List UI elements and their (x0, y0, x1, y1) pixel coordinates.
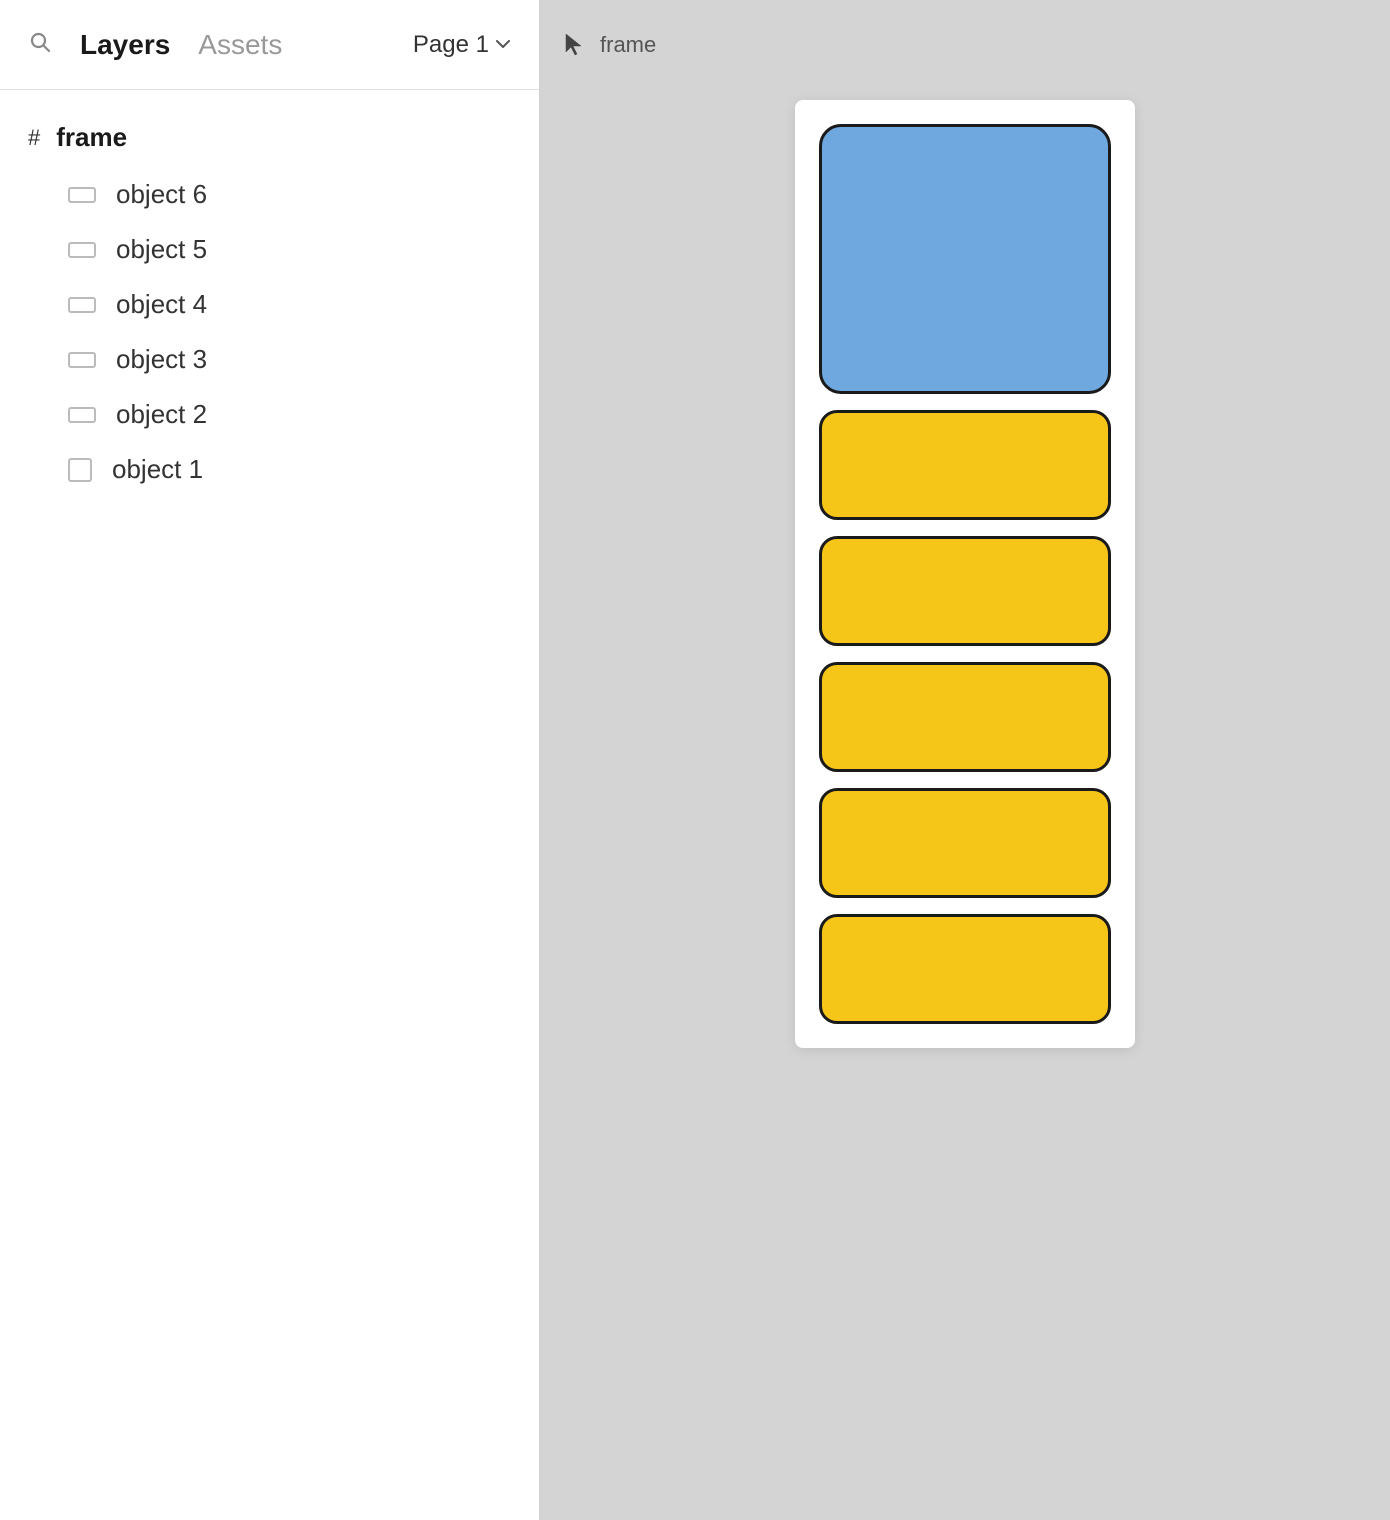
tab-layers[interactable]: Layers (80, 29, 170, 61)
canvas-object-yellow[interactable] (819, 914, 1111, 1024)
layer-label: object 3 (116, 344, 207, 375)
rect-wide-icon (68, 407, 96, 423)
frame-name: frame (56, 122, 127, 153)
list-item[interactable]: object 2 (0, 387, 539, 442)
layer-item-frame[interactable]: # frame (0, 108, 539, 167)
rect-square-icon (68, 458, 92, 482)
chevron-down-icon (495, 36, 511, 54)
rect-wide-icon (68, 187, 96, 203)
canvas-area (540, 90, 1390, 1520)
canvas-header: frame (540, 0, 1390, 90)
canvas-object-blue[interactable] (819, 124, 1111, 394)
rect-wide-icon (68, 352, 96, 368)
canvas-object-yellow[interactable] (819, 410, 1111, 520)
top-bar: Layers Assets Page 1 (0, 0, 539, 90)
layer-label: object 6 (116, 179, 207, 210)
rect-wide-icon (68, 297, 96, 313)
right-panel: frame (540, 0, 1390, 1520)
left-panel: Layers Assets Page 1 # frame object 6 ob… (0, 0, 540, 1520)
list-item[interactable]: object 1 (0, 442, 539, 497)
layer-label: object 1 (112, 454, 203, 485)
list-item[interactable]: object 4 (0, 277, 539, 332)
frame-icon: # (28, 125, 40, 151)
frame-container (795, 100, 1135, 1048)
layer-label: object 4 (116, 289, 207, 320)
rect-wide-icon (68, 242, 96, 258)
list-item[interactable]: object 6 (0, 167, 539, 222)
layer-label: object 5 (116, 234, 207, 265)
tab-assets[interactable]: Assets (198, 29, 282, 61)
canvas-object-yellow[interactable] (819, 662, 1111, 772)
cursor-icon (564, 32, 586, 58)
layer-label: object 2 (116, 399, 207, 430)
list-item[interactable]: object 5 (0, 222, 539, 277)
canvas-frame-label: frame (600, 32, 656, 58)
layer-list: # frame object 6 object 5 object 4 objec… (0, 90, 539, 515)
canvas-object-yellow[interactable] (819, 788, 1111, 898)
canvas-object-yellow[interactable] (819, 536, 1111, 646)
page-selector[interactable]: Page 1 (413, 31, 511, 59)
search-icon[interactable] (28, 30, 52, 60)
list-item[interactable]: object 3 (0, 332, 539, 387)
page-label: Page 1 (413, 31, 489, 59)
